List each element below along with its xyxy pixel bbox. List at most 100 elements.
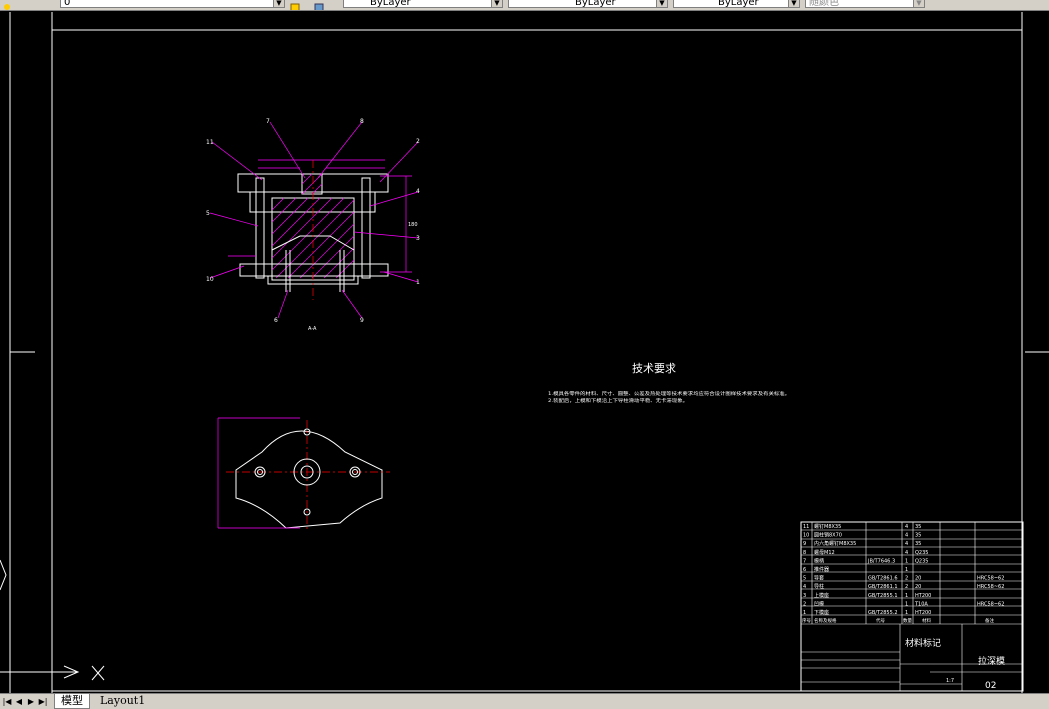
bom-cell-no: 10 xyxy=(803,533,809,539)
bom-cell-mat: T10A xyxy=(914,601,928,607)
bom-header-std: 代号 xyxy=(876,617,885,624)
bom-cell-name: 内六角螺钉M8X35 xyxy=(814,540,856,547)
callout-4: 4 xyxy=(416,188,420,195)
callout-10: 10 xyxy=(206,276,214,283)
first-tab-icon[interactable]: |◀ xyxy=(2,696,12,707)
bom-cell-name: 下模座 xyxy=(814,609,829,616)
bom-cell-name: 导套 xyxy=(814,575,824,582)
drawing-frame xyxy=(9,12,1049,693)
bom-cell-qty: 4 xyxy=(905,524,908,530)
chevron-down-icon: ▼ xyxy=(273,0,284,7)
material-mark: 材料标记 xyxy=(905,637,941,649)
prev-tab-icon[interactable]: ◀ xyxy=(14,696,24,707)
callout-11: 11 xyxy=(206,139,214,146)
bom-cell-name: 上模座 xyxy=(814,592,829,599)
bom-cell-name: 螺母M12 xyxy=(814,549,835,556)
chevron-down-icon: ▼ xyxy=(913,0,924,7)
bom-cell-mat: 35 xyxy=(915,524,921,530)
plan-view[interactable] xyxy=(217,417,390,530)
bom-header-qty: 数量 xyxy=(903,617,912,624)
bom-cell-no: 9 xyxy=(803,541,806,547)
callout-9: 9 xyxy=(360,317,364,324)
tab-model[interactable]: 模型 xyxy=(54,694,90,709)
plotstyle-dropdown-value: 随颜色 xyxy=(809,0,839,8)
linetype-dropdown[interactable]: ByLayer ▼ xyxy=(508,0,668,8)
bom-cell-std: GB/T2855.2 xyxy=(868,610,898,616)
bom-cell-mat: HT200 xyxy=(915,610,931,616)
bom-cell-no: 11 xyxy=(803,524,809,530)
drawing-svg: 11 7 8 2 4 5 3 10 1 6 9 180 A-A 技术要求 1.模… xyxy=(0,12,1049,693)
section-view[interactable]: 11 7 8 2 4 5 3 10 1 6 9 180 A-A xyxy=(206,118,420,332)
bom-cell-no: 5 xyxy=(803,576,806,582)
bom-cell-qty: 4 xyxy=(905,550,908,556)
bom-cell-std: GB/T2861.1 xyxy=(868,584,898,590)
bom-cell-std: GB/T2861.6 xyxy=(868,576,898,582)
layer-state-icon[interactable] xyxy=(2,0,12,10)
bom-cell-no: 7 xyxy=(803,558,806,564)
properties-toolbar: 0 ▼ ByLayer ▼ ByLayer ▼ ByLayer ▼ 随颜色 ▼ xyxy=(0,0,1049,11)
callout-3: 3 xyxy=(416,235,420,242)
drawing-title: 拉深模 xyxy=(978,655,1005,667)
bom-cell-qty: 1 xyxy=(905,593,908,599)
section-label: A-A xyxy=(308,326,317,332)
bom-cell-qty: 1 xyxy=(905,610,908,616)
bom-cell-no: 3 xyxy=(803,593,806,599)
bom-cell-no: 2 xyxy=(803,601,806,607)
bom-cell-qty: 1 xyxy=(905,601,908,607)
bom-cell-qty: 2 xyxy=(905,584,908,590)
tab-layout1[interactable]: Layout1 xyxy=(94,694,152,708)
bom-cell-mat: 20 xyxy=(915,584,921,590)
bom-cell-no: 8 xyxy=(803,550,806,556)
layer-dropdown[interactable]: 0 ▼ xyxy=(60,0,285,8)
bom-cell-no: 6 xyxy=(803,567,806,573)
tech-requirements-line-2: 2.装配后，上模和下模沿上下导柱滑动平稳、无卡滞现象。 xyxy=(548,397,688,404)
bom-cell-qty: 1 xyxy=(905,558,908,564)
bom-cell-qty: 4 xyxy=(905,541,908,547)
layout-tab-bar: |◀ ◀ ▶ ▶| 模型 Layout1 xyxy=(0,693,1049,709)
title-block[interactable]: 11 螺钉M8X35 4 3510 圆柱销8X70 4 359 内六角螺钉M8X35 4 358 螺… xyxy=(800,521,1024,692)
callout-5: 5 xyxy=(206,210,210,217)
bom-cell-name: 圆柱销8X70 xyxy=(814,532,842,539)
bom-cell-mat: Q235 xyxy=(915,550,928,556)
bom-cell-qty: 1 xyxy=(905,567,908,573)
bom-cell-mat: 35 xyxy=(915,533,921,539)
chevron-down-icon: ▼ xyxy=(491,0,502,7)
bom-header-name: 名称及规格 xyxy=(814,617,837,624)
bom-cell-name: 凹模 xyxy=(814,600,824,607)
callout-6: 6 xyxy=(274,317,278,324)
bom-header-no: 序号 xyxy=(802,617,811,624)
bom-cell-no: 4 xyxy=(803,584,806,590)
bom-cell-note: HRC58~62 xyxy=(977,576,1004,582)
bom-cell-mat: 20 xyxy=(915,576,921,582)
bom-cell-no: 1 xyxy=(803,610,806,616)
bom-header-mat: 材料 xyxy=(922,617,931,624)
bom-cell-name: 螺钉M8X35 xyxy=(814,523,841,530)
technical-requirements[interactable]: 技术要求 1.模具各零件的材料、尺寸、圆整、公差及热处理等技术要求均应符合设计图… xyxy=(548,362,790,404)
layer-dropdown-value: 0 xyxy=(64,0,71,8)
callout-7: 7 xyxy=(266,118,270,125)
lineweight-dropdown-value: ByLayer xyxy=(718,0,759,8)
bom-cell-note: HRC58~62 xyxy=(977,584,1004,590)
color-dropdown[interactable]: ByLayer ▼ xyxy=(343,0,503,8)
side-dimension: 180 xyxy=(408,222,418,228)
tech-requirements-line-1: 1.模具各零件的材料、尺寸、圆整、公差及热处理等技术要求均应符合设计图样技术要求… xyxy=(548,390,790,397)
next-tab-icon[interactable]: ▶ xyxy=(26,696,36,707)
plotstyle-dropdown[interactable]: 随颜色 ▼ xyxy=(805,0,925,8)
bom-cell-mat: 35 xyxy=(915,541,921,547)
linetype-dropdown-value: ByLayer xyxy=(575,0,616,8)
chevron-down-icon: ▼ xyxy=(656,0,667,7)
bom-cell-qty: 2 xyxy=(905,576,908,582)
chevron-down-icon: ▼ xyxy=(788,0,799,7)
model-space-canvas[interactable]: 11 7 8 2 4 5 3 10 1 6 9 180 A-A 技术要求 1.模… xyxy=(0,11,1049,693)
callout-2: 2 xyxy=(416,138,420,145)
bom-header-note: 备注 xyxy=(985,617,994,624)
bom-cell-mat: Q235 xyxy=(915,558,928,564)
make-current-layer-icon[interactable] xyxy=(290,0,300,10)
last-tab-icon[interactable]: ▶| xyxy=(38,696,48,707)
lineweight-dropdown[interactable]: ByLayer ▼ xyxy=(673,0,800,8)
drawing-number: 02 xyxy=(985,681,996,691)
bom-cell-name: 推件器 xyxy=(814,566,829,573)
bom-cell-std: GB/T2855.1 xyxy=(868,593,898,599)
layer-previous-icon[interactable] xyxy=(314,0,324,10)
tech-requirements-title: 技术要求 xyxy=(632,362,676,375)
